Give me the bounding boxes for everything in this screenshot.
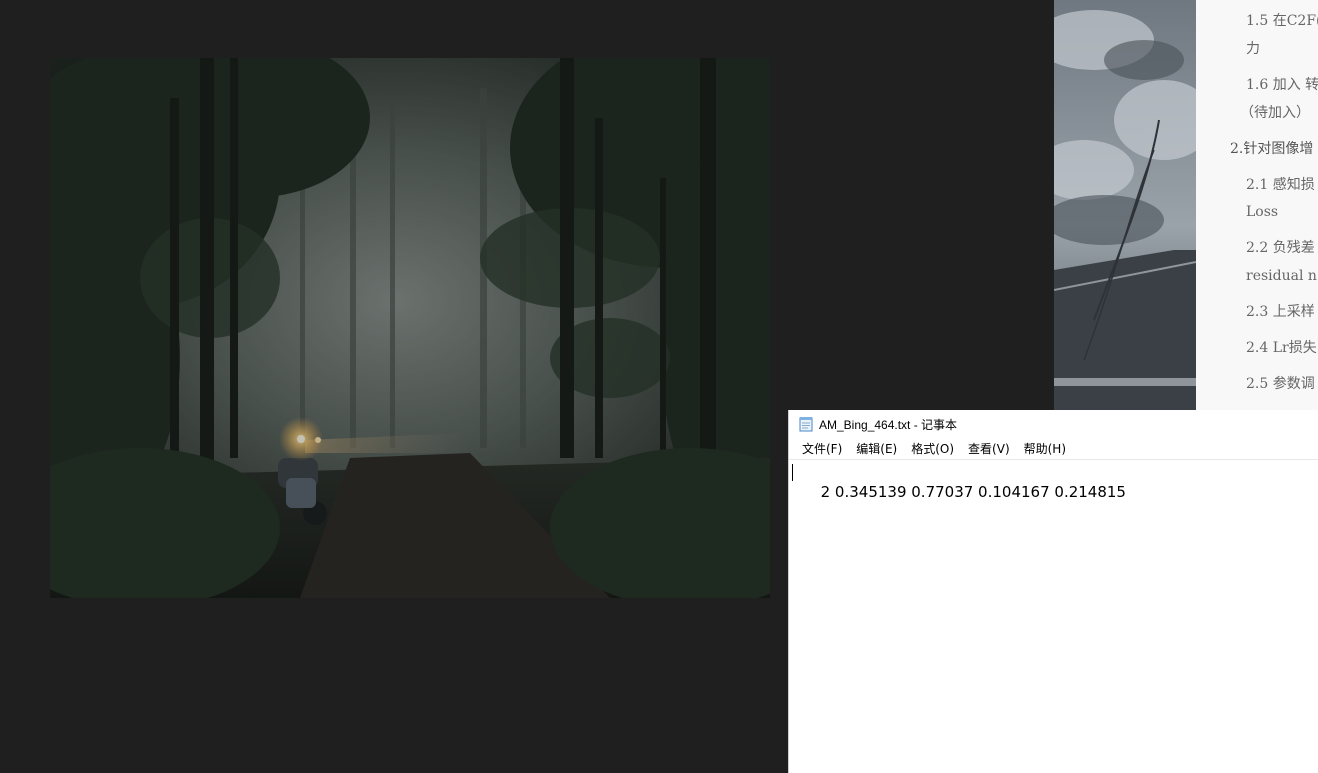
table-of-contents: 1.5 在C2F( 力 1.6 加入 转 （待加入） 2.针对图像增 2.1 感… xyxy=(1196,0,1318,410)
menu-file[interactable]: 文件(F) xyxy=(795,439,849,459)
text-editor-area[interactable]: 2 0.345139 0.77037 0.104167 0.214815 xyxy=(789,461,1318,773)
document-cover-image xyxy=(1054,0,1196,410)
notepad-icon xyxy=(799,416,813,432)
forest-scene-image xyxy=(50,58,770,598)
stormy-sky-image xyxy=(1054,0,1196,410)
toc-item[interactable]: 2.2 负残差 xyxy=(1246,234,1315,262)
menu-format[interactable]: 格式(O) xyxy=(904,439,961,459)
toc-item[interactable]: 2.1 感知损 xyxy=(1246,171,1315,199)
toc-item[interactable]: 1.6 加入 转 xyxy=(1246,71,1318,99)
document-window: 1.5 在C2F( 力 1.6 加入 转 （待加入） 2.针对图像增 2.1 感… xyxy=(1054,0,1318,410)
window-title: AM_Bing_464.txt - 记事本 xyxy=(819,417,958,432)
toc-item[interactable]: Loss xyxy=(1246,198,1278,226)
toc-item[interactable]: 2.针对图像增 xyxy=(1230,135,1313,163)
toc-item[interactable]: 2.5 参数调 xyxy=(1246,370,1315,398)
menu-bar: 文件(F) 编辑(E) 格式(O) 查看(V) 帮助(H) xyxy=(789,438,1318,460)
toc-item[interactable]: 力 xyxy=(1246,35,1260,63)
toc-item[interactable]: 2.4 Lr损失 xyxy=(1246,334,1317,362)
toc-item[interactable]: 1.5 在C2F( xyxy=(1246,7,1318,35)
menu-view[interactable]: 查看(V) xyxy=(961,439,1017,459)
toc-item[interactable]: residual n xyxy=(1246,262,1317,290)
toc-item[interactable]: （待加入） xyxy=(1240,99,1310,127)
foggy-forest-photo xyxy=(50,58,770,598)
text-caret xyxy=(792,464,793,481)
editor-text-line[interactable]: 2 0.345139 0.77037 0.104167 0.214815 xyxy=(792,462,1318,542)
toc-item[interactable]: 2.3 上采样 xyxy=(1246,298,1315,326)
notepad-window[interactable]: AM_Bing_464.txt - 记事本 文件(F) 编辑(E) 格式(O) … xyxy=(788,410,1318,773)
notepad-titlebar[interactable]: AM_Bing_464.txt - 记事本 xyxy=(789,410,1318,438)
editor-content: 2 0.345139 0.77037 0.104167 0.214815 xyxy=(820,483,1126,501)
menu-help[interactable]: 帮助(H) xyxy=(1017,439,1073,459)
menu-edit[interactable]: 编辑(E) xyxy=(849,439,904,459)
